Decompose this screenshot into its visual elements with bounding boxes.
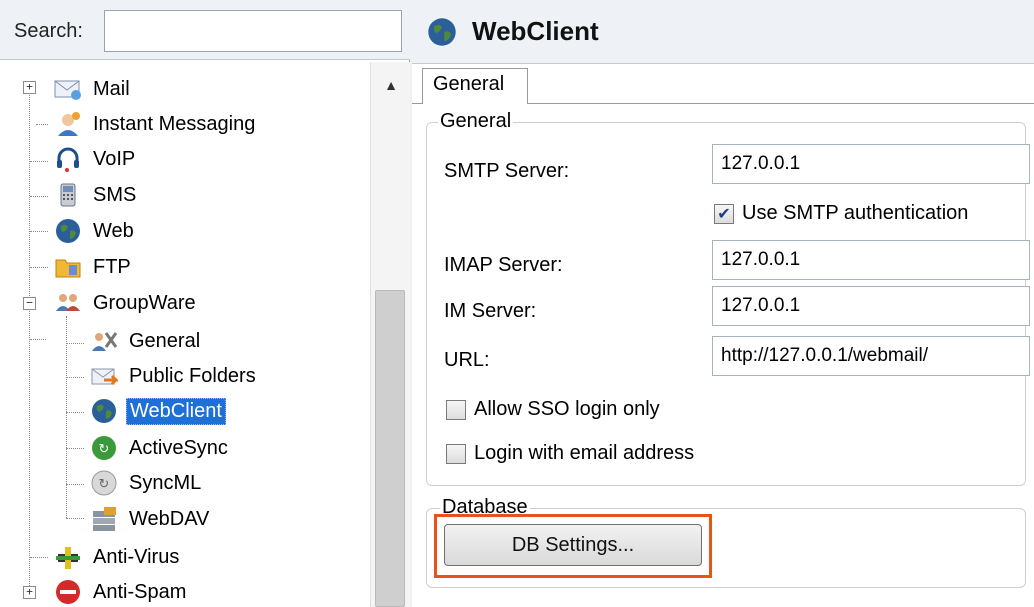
tree-line [66, 377, 84, 378]
smtp-auth-label: Use SMTP authentication [742, 202, 969, 224]
navigation-tree: + − + Mail Instant Messaging VoIP SMS We… [0, 62, 368, 607]
tree-item-label: Mail [93, 77, 130, 100]
tree-item-anti-virus[interactable]: Anti-Virus [54, 540, 182, 574]
tree-scrollbar[interactable]: ▲ [370, 62, 410, 607]
public-folders-icon [90, 362, 118, 390]
tree-item-groupware[interactable]: GroupWare [54, 286, 199, 320]
general-tools-icon [90, 327, 118, 355]
imap-server-label: IMAP Server: [444, 254, 563, 276]
sync-gray-icon: ↻ [90, 469, 118, 497]
tree-line [66, 412, 84, 413]
scroll-up-arrow-icon[interactable]: ▲ [371, 70, 411, 100]
tree-item-syncml[interactable]: ↻ SyncML [90, 466, 204, 500]
tree-item-label: GroupWare [93, 291, 196, 314]
tree-item-ftp[interactable]: FTP [54, 250, 134, 284]
tree-item-anti-spam[interactable]: Anti-Spam [54, 575, 189, 607]
search-input[interactable] [104, 10, 402, 52]
tab-strip: General [412, 64, 1034, 105]
svg-text:↻: ↻ [99, 442, 110, 457]
svg-text:↻: ↻ [99, 477, 110, 492]
globe-icon [54, 217, 82, 245]
smtp-auth-checkbox[interactable]: ✔ Use SMTP authentication [714, 202, 968, 225]
tree-item-label: WebClient [126, 397, 226, 425]
tree-item-web[interactable]: Web [54, 214, 137, 248]
checkbox-unchecked-icon [446, 399, 466, 420]
tree-item-webclient[interactable]: WebClient [90, 394, 226, 428]
tree-item-label: Web [93, 219, 134, 242]
im-server-label: IM Server: [444, 300, 537, 322]
tree-line [30, 231, 48, 232]
sync-green-icon: ↻ [90, 434, 118, 462]
db-settings-button[interactable]: DB Settings... [444, 524, 702, 566]
search-bar: Search: [0, 0, 410, 60]
database-icon [90, 505, 118, 533]
tree-item-label: WebDAV [129, 507, 210, 530]
tree-line [30, 196, 48, 197]
url-input[interactable] [712, 336, 1030, 376]
instant-messaging-icon [54, 110, 82, 138]
tree-item-sms[interactable]: SMS [54, 178, 139, 212]
tree-line [36, 124, 48, 125]
tree-item-label: FTP [93, 255, 131, 278]
tree-item-label: Public Folders [129, 364, 256, 387]
navigation-pane: Search: + − + Mail Instant Messaging VoI… [0, 0, 410, 607]
tree-item-mail[interactable]: Mail [54, 72, 133, 106]
tree-item-label: ActiveSync [129, 436, 228, 459]
tree-line [30, 557, 48, 558]
scrollbar-thumb[interactable] [375, 290, 405, 607]
smtp-server-input[interactable] [712, 144, 1030, 184]
app-window: Search: + − + Mail Instant Messaging VoI… [0, 0, 1034, 607]
email-login-label: Login with email address [474, 442, 695, 464]
folder-icon [54, 253, 82, 281]
tree-item-label: General [129, 329, 201, 352]
tree-item-general[interactable]: General [90, 324, 203, 358]
imap-server-input[interactable] [712, 240, 1030, 280]
tree-line [66, 316, 67, 518]
checkbox-unchecked-icon [446, 443, 466, 464]
headset-icon [54, 145, 82, 173]
tree-line [66, 484, 84, 485]
page-title: WebClient [472, 16, 599, 46]
tree-line [66, 518, 84, 519]
sso-only-checkbox[interactable]: Allow SSO login only [446, 398, 660, 421]
page-header: WebClient [412, 0, 1034, 64]
email-login-checkbox[interactable]: Login with email address [446, 442, 694, 465]
tree-item-instant-messaging[interactable]: Instant Messaging [54, 107, 258, 141]
im-server-input[interactable] [712, 286, 1030, 326]
tree-item-label: Anti-Virus [93, 545, 180, 568]
general-group-title: General [438, 110, 514, 133]
globe-icon [90, 397, 118, 425]
anti-virus-icon [54, 543, 82, 571]
tree-item-webdav[interactable]: WebDAV [90, 502, 212, 536]
mail-icon [54, 75, 82, 103]
users-icon [54, 289, 82, 317]
expand-mail-toggle[interactable]: + [23, 81, 36, 94]
content-pane: WebClient General General SMTP Server: ✔… [412, 0, 1034, 607]
tree-line [30, 267, 48, 268]
phone-icon [54, 181, 82, 209]
tab-page-general: General SMTP Server: ✔ Use SMTP authenti… [412, 104, 1034, 607]
tree-item-label: Instant Messaging [93, 112, 256, 135]
collapse-groupware-toggle[interactable]: − [23, 297, 36, 310]
tree-item-label: SMS [93, 183, 137, 206]
tree-line [30, 161, 48, 162]
smtp-server-label: SMTP Server: [444, 160, 570, 182]
tree-item-public-folders[interactable]: Public Folders [90, 359, 259, 393]
tab-general[interactable]: General [422, 68, 528, 105]
tree-item-label: SyncML [129, 471, 202, 494]
expand-anti-spam-toggle[interactable]: + [23, 586, 36, 599]
tree-line [66, 448, 84, 449]
url-label: URL: [444, 349, 490, 371]
tree-item-activesync[interactable]: ↻ ActiveSync [90, 431, 231, 465]
tree-item-voip[interactable]: VoIP [54, 142, 138, 176]
sso-only-label: Allow SSO login only [474, 398, 660, 420]
tree-item-label: VoIP [93, 147, 136, 170]
tree-line [30, 339, 46, 340]
globe-icon [426, 16, 458, 48]
tree-line [66, 343, 84, 344]
search-label: Search: [14, 20, 83, 42]
tree-item-label: Anti-Spam [93, 580, 187, 603]
anti-spam-icon [54, 578, 82, 606]
checkbox-checked-icon: ✔ [714, 203, 734, 224]
